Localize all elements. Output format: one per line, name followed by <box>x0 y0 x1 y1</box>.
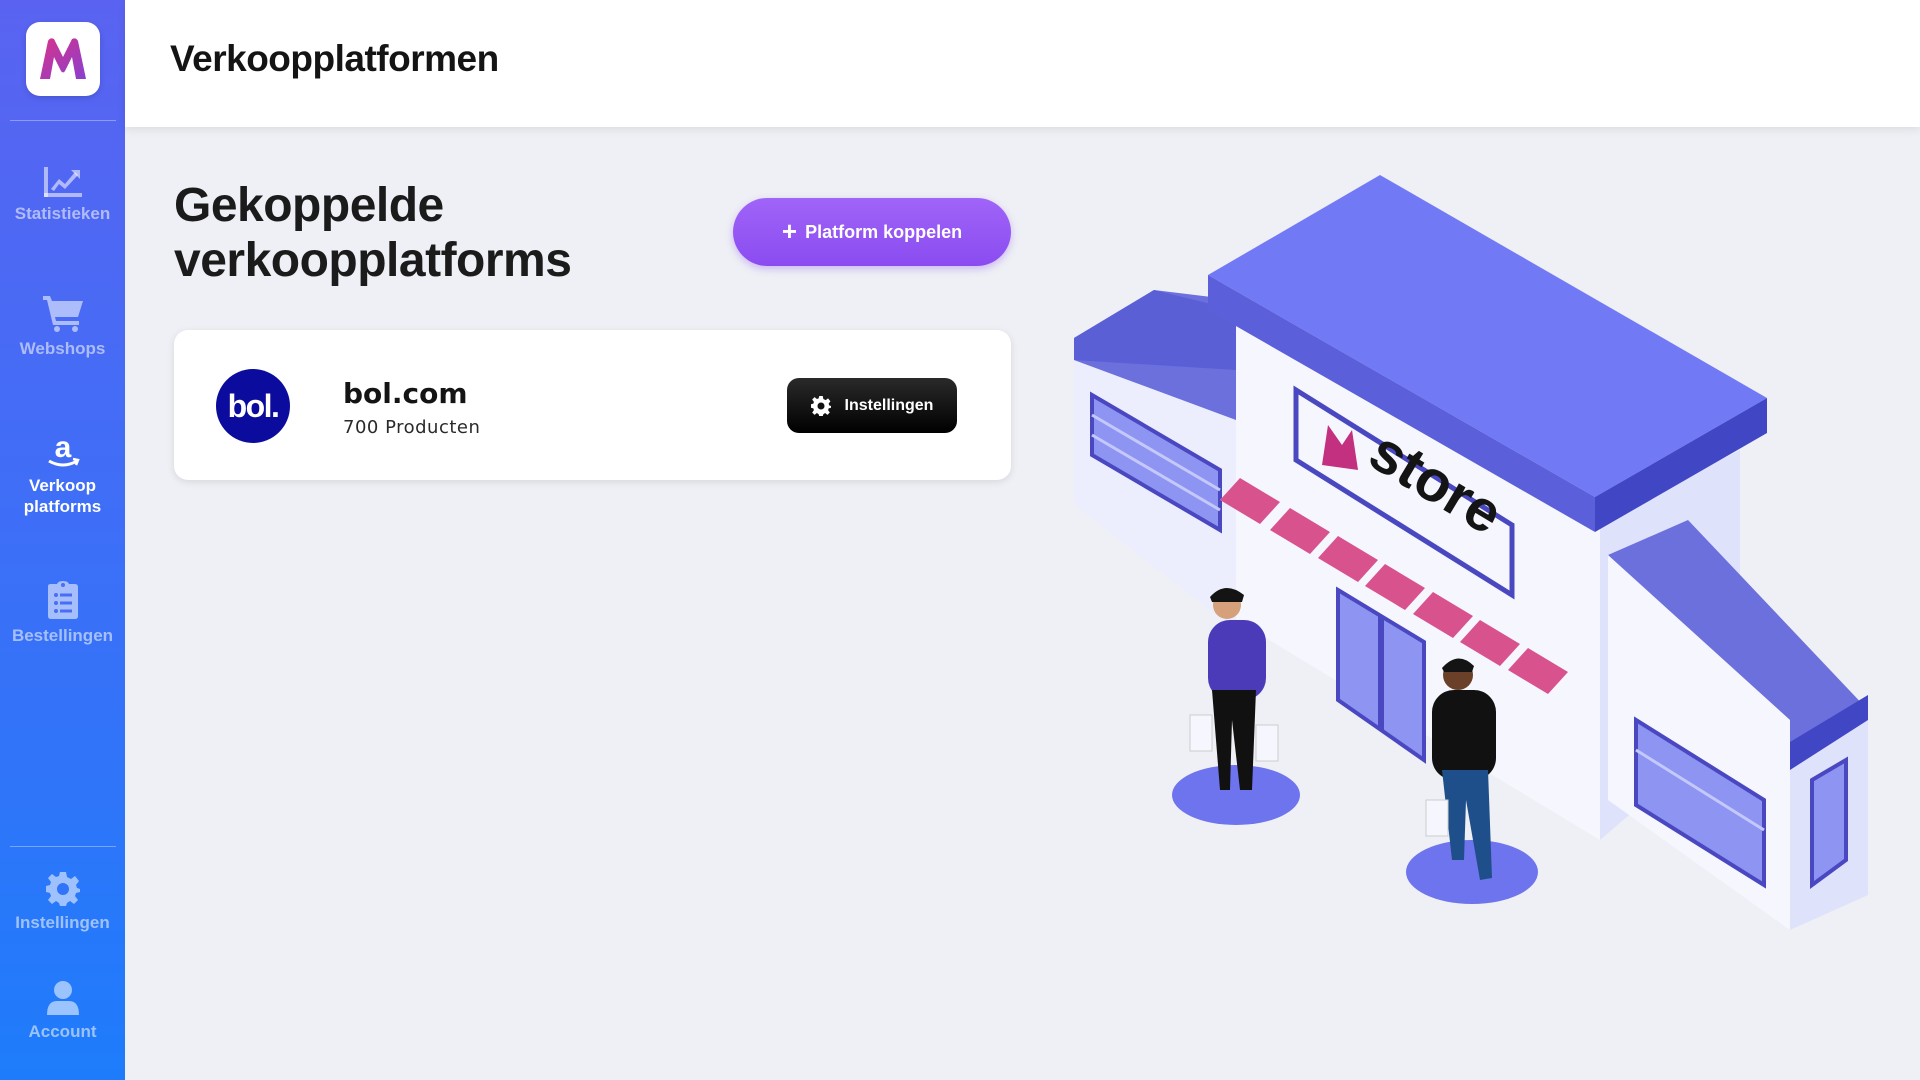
sidebar-item-bestellingen[interactable]: Bestellingen <box>0 581 125 646</box>
platform-product-count: 700 Producten <box>343 417 481 438</box>
bol-logo-text: bol. <box>227 387 280 424</box>
sidebar-item-statistieken[interactable]: Statistieken <box>0 167 125 224</box>
gear-icon <box>45 872 80 906</box>
sidebar-divider <box>9 120 116 121</box>
sidebar-item-verkoop-platforms[interactable]: a Verkoop platforms <box>0 431 125 517</box>
store-illustration: store <box>1074 175 1868 930</box>
page-header: Verkoopplatformen <box>125 0 1920 127</box>
sidebar-item-label: Statistieken <box>14 204 111 223</box>
sidebar-item-label: Bestellingen <box>11 626 114 645</box>
clipboard-list-icon <box>47 581 78 619</box>
gear-icon <box>810 395 831 416</box>
sidebar-item-label: Verkoop platforms <box>23 476 102 516</box>
app-logo[interactable] <box>25 22 100 96</box>
page-title: Verkoopplatformen <box>170 38 499 79</box>
shopping-cart-icon <box>42 296 83 332</box>
section-title: Gekoppelde verkoopplatforms <box>174 179 572 287</box>
platform-settings-button[interactable]: Instellingen <box>787 378 957 433</box>
sidebar-item-label: Account <box>28 1022 97 1041</box>
connect-platform-button[interactable]: + Platform koppelen <box>733 198 1011 266</box>
sidebar-item-account[interactable]: Account <box>0 981 125 1042</box>
bol-logo: bol. <box>216 369 290 443</box>
sidebar-item-webshops[interactable]: Webshops <box>0 296 125 359</box>
sidebar-divider <box>9 846 116 847</box>
sidebar-item-instellingen[interactable]: Instellingen <box>0 872 125 933</box>
user-icon <box>46 981 79 1015</box>
platform-name: bol.com <box>343 377 468 410</box>
chart-line-icon <box>43 167 82 197</box>
sidebar-item-label: Instellingen <box>15 913 110 932</box>
sidebar-item-label: Webshops <box>19 339 106 358</box>
m-logo-icon <box>39 38 86 79</box>
amazon-icon: a <box>47 431 80 467</box>
platform-settings-label: Instellingen <box>844 396 934 414</box>
connect-platform-label: Platform koppelen <box>805 221 963 242</box>
plus-icon: + <box>781 215 798 246</box>
platform-card: bol. bol.com 700 Producten Instellingen <box>174 330 1011 480</box>
svg-text:a: a <box>54 431 71 464</box>
sidebar: Statistieken Webshops a Verkoop platform… <box>0 0 125 1080</box>
